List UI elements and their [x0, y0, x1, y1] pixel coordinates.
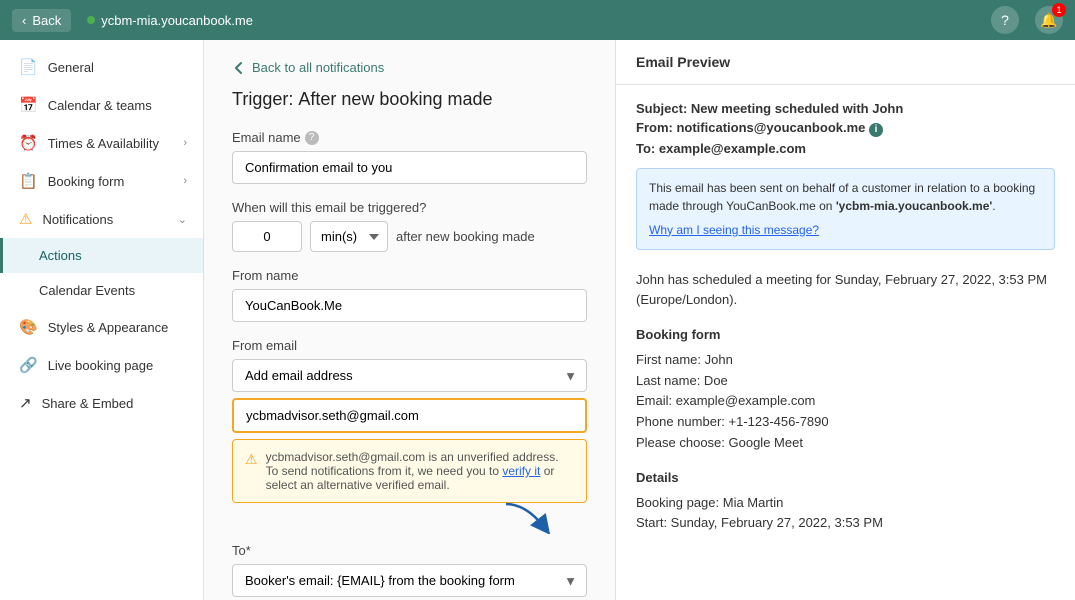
chevron-right-icon-booking: ›: [183, 175, 187, 187]
from-name-input[interactable]: [232, 289, 587, 322]
sidebar-item-calendar-teams[interactable]: 📅 Calendar & teams: [0, 86, 203, 124]
please-choose: Please choose: Google Meet: [636, 433, 1055, 454]
arrow-pointer-icon: [496, 499, 556, 534]
preview-content-body: John has scheduled a meeting for Sunday,…: [636, 262, 1055, 543]
topbar: ‹ Back ycbm-mia.youcanbook.me ? 🔔 1: [0, 0, 1075, 40]
preview-to: To: example@example.com: [636, 141, 1055, 156]
sidebar-label-live-booking: Live booking page: [48, 358, 154, 373]
sidebar-item-general[interactable]: 📄 General: [0, 48, 203, 86]
to-section: To* Booker's email: {EMAIL} from the boo…: [232, 543, 587, 597]
trigger-row: min(s) hour(s) day(s) after new booking …: [232, 221, 587, 252]
back-link-text: Back to all notifications: [252, 60, 384, 75]
document-icon: 📄: [19, 58, 38, 76]
email-field: Email: example@example.com: [636, 391, 1055, 412]
notifications-button[interactable]: 🔔 1: [1035, 6, 1063, 34]
email-name-section: Email name ?: [232, 130, 587, 184]
to-label: To*: [232, 543, 587, 558]
verify-link[interactable]: verify it: [502, 464, 540, 478]
email-name-input[interactable]: [232, 151, 587, 184]
last-name: Last name: Doe: [636, 371, 1055, 392]
booking-page: Booking page: Mia Martin: [636, 493, 1055, 514]
share-icon: ↗: [19, 394, 32, 412]
domain-status-dot: [87, 16, 95, 24]
email-notice-box: This email has been sent on behalf of a …: [636, 168, 1055, 250]
to-select-wrapper: Booker's email: {EMAIL} from the booking…: [232, 564, 587, 597]
details-title: Details: [636, 468, 1055, 489]
trigger-title: Trigger: After new booking made: [232, 89, 587, 110]
sidebar-label-notifications: Notifications: [42, 212, 113, 227]
when-label: When will this email be triggered?: [232, 200, 587, 215]
sidebar-label-general: General: [48, 60, 94, 75]
from-email-input[interactable]: [232, 398, 587, 433]
sidebar-item-notifications[interactable]: ⚠ Notifications ⌄: [0, 200, 203, 238]
sidebar-label-calendar-events: Calendar Events: [39, 283, 135, 298]
from-email-section: From email Add email address ▼ ⚠ ycbmadv…: [232, 338, 587, 503]
from-email-select-wrapper: Add email address ▼: [232, 359, 587, 392]
first-name: First name: John: [636, 350, 1055, 371]
sidebar-item-share-embed[interactable]: ↗ Share & Embed: [0, 384, 203, 422]
preview-body: Subject: New meeting scheduled with John…: [616, 85, 1075, 558]
preview-title: Email Preview: [636, 54, 730, 70]
preview-subject: Subject: New meeting scheduled with John: [636, 101, 1055, 116]
domain-text: ycbm-mia.youcanbook.me: [101, 13, 253, 28]
sidebar: 📄 General 📅 Calendar & teams ⏰ Times & A…: [0, 40, 204, 600]
back-chevron-icon: ‹: [22, 13, 26, 28]
start-time: Start: Sunday, February 27, 2022, 3:53 P…: [636, 513, 1055, 534]
email-name-label: Email name ?: [232, 130, 587, 145]
notice-link[interactable]: Why am I seeing this message?: [649, 221, 1042, 239]
back-label: Back: [32, 13, 61, 28]
chevron-down-icon-notif: ⌄: [178, 213, 187, 226]
from-name-label: From name: [232, 268, 587, 283]
from-info-icon[interactable]: i: [869, 123, 883, 137]
link-icon: 🔗: [19, 356, 38, 374]
sidebar-label-calendar-teams: Calendar & teams: [48, 98, 152, 113]
from-email-select[interactable]: Add email address: [232, 359, 587, 392]
notice-domain: 'ycbm-mia.youcanbook.me': [836, 199, 992, 213]
back-arrow-icon: [232, 61, 246, 75]
notification-badge: 1: [1052, 3, 1066, 17]
calendar-icon: 📅: [19, 96, 38, 114]
clock-icon: ⏰: [19, 134, 38, 152]
from-email-label: From email: [232, 338, 587, 353]
help-icon: ?: [1001, 12, 1009, 28]
preview-header: Email Preview: [616, 40, 1075, 85]
warning-icon: ⚠: [19, 210, 32, 228]
domain-info: ycbm-mia.youcanbook.me: [87, 13, 253, 28]
chevron-right-icon: ›: [183, 137, 187, 149]
main-layout: 📄 General 📅 Calendar & teams ⏰ Times & A…: [0, 40, 1075, 600]
sidebar-label-share-embed: Share & Embed: [42, 396, 134, 411]
to-select[interactable]: Booker's email: {EMAIL} from the booking…: [232, 564, 587, 597]
body-text: John has scheduled a meeting for Sunday,…: [636, 270, 1055, 312]
preview-from: From: notifications@youcanbook.me i: [636, 120, 1055, 137]
email-preview-panel: Email Preview Subject: New meeting sched…: [615, 40, 1075, 600]
trigger-timing-section: When will this email be triggered? min(s…: [232, 200, 587, 252]
email-name-help-icon[interactable]: ?: [305, 131, 319, 145]
back-to-notifications-link[interactable]: Back to all notifications: [232, 60, 587, 75]
sidebar-item-booking-form[interactable]: 📋 Booking form ›: [0, 162, 203, 200]
sidebar-item-calendar-events[interactable]: Calendar Events: [0, 273, 203, 308]
from-name-section: From name: [232, 268, 587, 322]
booking-form-title: Booking form: [636, 325, 1055, 346]
sidebar-label-actions: Actions: [39, 248, 82, 263]
help-button[interactable]: ?: [991, 6, 1019, 34]
sidebar-label-booking-form: Booking form: [48, 174, 125, 189]
phone-field: Phone number: +1-123-456-7890: [636, 412, 1055, 433]
trigger-unit-select[interactable]: min(s) hour(s) day(s): [310, 221, 388, 252]
back-button[interactable]: ‹ Back: [12, 9, 71, 32]
trigger-suffix: after new booking made: [396, 229, 535, 244]
sidebar-item-live-booking[interactable]: 🔗 Live booking page: [0, 346, 203, 384]
unverified-warning-box: ⚠ ycbmadvisor.seth@gmail.com is an unver…: [232, 439, 587, 503]
sidebar-label-times: Times & Availability: [48, 136, 159, 151]
warning-triangle-icon: ⚠: [245, 451, 258, 492]
sidebar-item-actions[interactable]: Actions: [0, 238, 203, 273]
sidebar-label-styles: Styles & Appearance: [48, 320, 169, 335]
main-form: Back to all notifications Trigger: After…: [204, 40, 615, 600]
sidebar-item-styles[interactable]: 🎨 Styles & Appearance: [0, 308, 203, 346]
sidebar-item-times[interactable]: ⏰ Times & Availability ›: [0, 124, 203, 162]
styles-icon: 🎨: [19, 318, 38, 336]
form-icon: 📋: [19, 172, 38, 190]
trigger-delay-input[interactable]: [232, 221, 302, 252]
